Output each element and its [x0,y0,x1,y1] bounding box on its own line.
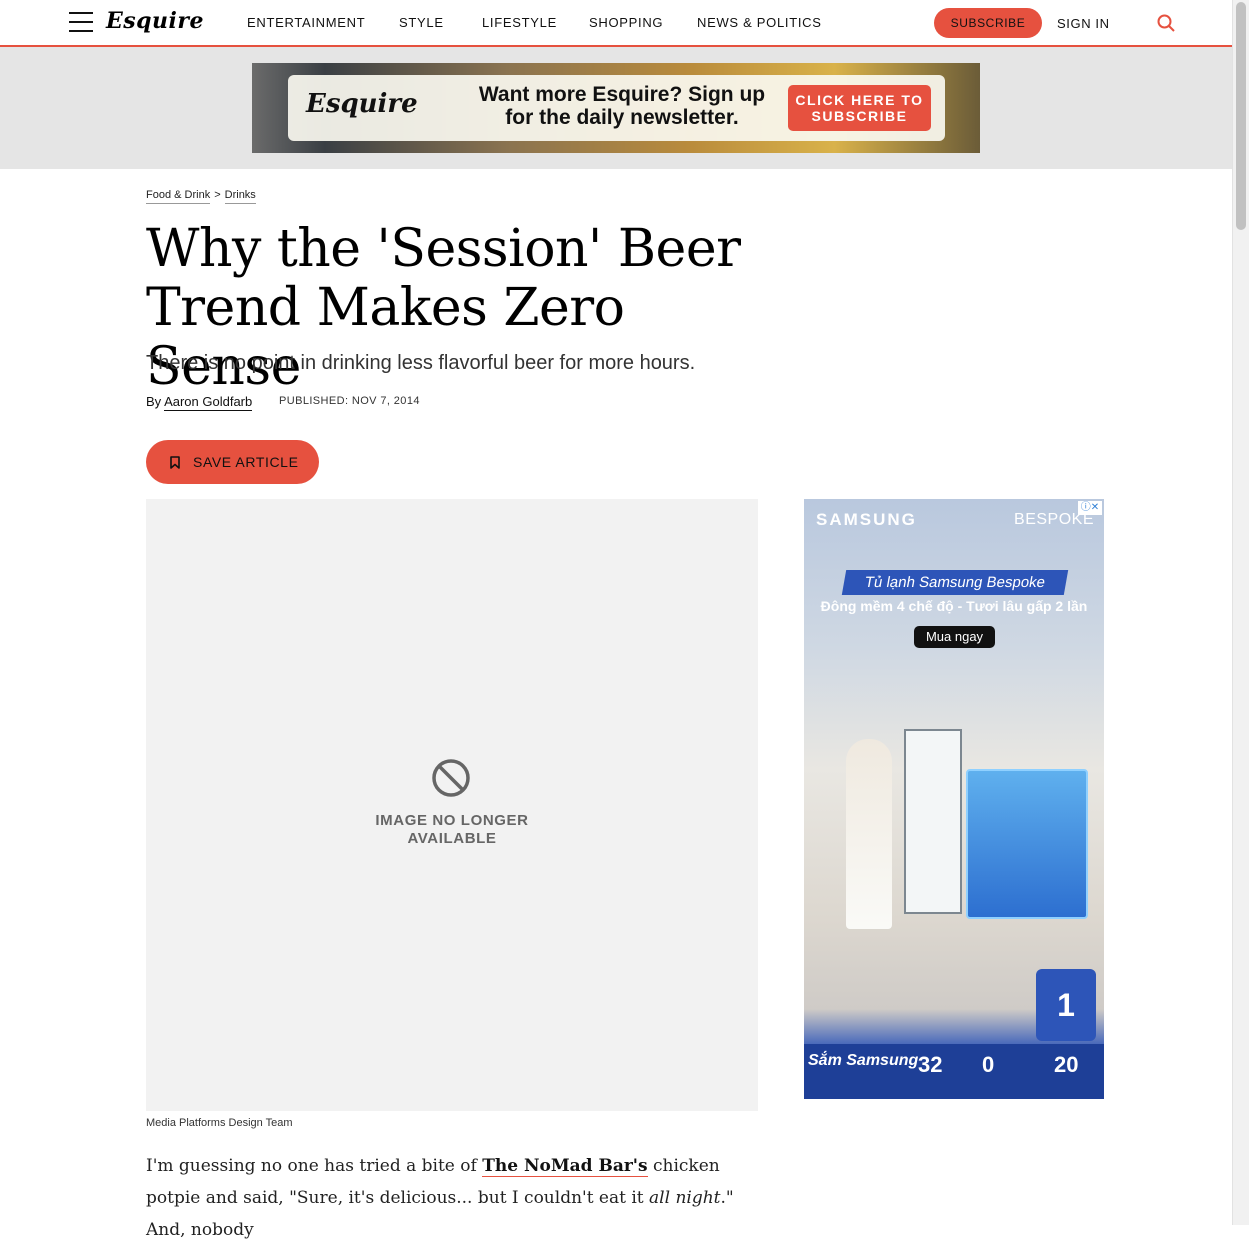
banner-card: Esquire Want more Esquire? Sign up for t… [288,75,945,141]
byline-prefix: By [146,394,162,409]
subscribe-button[interactable]: SUBSCRIBE [934,8,1042,38]
ad-promo-bar: Sắm Samsung 32 0 20 [804,1044,1104,1099]
unavailable-icon [432,759,470,797]
author-link[interactable]: Aaron Goldfarb [164,394,253,411]
image-unavailable-text: IMAGE NO LONGER AVAILABLE [146,812,758,848]
nav-link-entertainment[interactable]: ENTERTAINMENT [247,15,365,30]
image-caption: Media Platforms Design Team [146,1117,293,1129]
article-dek: There is no point in drinking less flavo… [146,352,696,374]
paragraph-emphasis: all night [649,1188,721,1208]
ad-strip: Esquire Want more Esquire? Sign up for t… [0,47,1232,169]
breadcrumb-food-drink[interactable]: Food & Drink [146,189,211,204]
ad-buy-button[interactable]: Mua ngay [914,626,995,648]
nav-link-lifestyle[interactable]: LIFESTYLE [482,15,557,30]
search-icon[interactable] [1157,14,1175,32]
nomad-bar-link[interactable]: The NoMad Bar's [482,1156,648,1177]
ad-model-figure [846,739,892,929]
nav-link-shopping[interactable]: SHOPPING [589,15,663,30]
byline: By Aaron Goldfarb [146,394,253,411]
publish-date: PUBLISHED: NOV 7, 2014 [279,395,420,407]
nav-link-style[interactable]: STYLE [399,15,444,30]
banner-subscribe-button[interactable]: CLICK HERE TO SUBSCRIBE [788,85,931,131]
ad-promo-brand: Sắm Samsung [808,1052,919,1069]
samsung-side-ad[interactable]: ⓘ✕ SAMSUNG BESPOKE Tủ lạnh Samsung Bespo… [804,499,1104,1099]
menu-icon[interactable] [69,12,93,32]
save-article-button[interactable]: SAVE ARTICLE [146,440,319,484]
paragraph-text: I'm guessing no one has tried a bite of [146,1156,483,1176]
nav-link-news-politics[interactable]: NEWS & POLITICS [697,15,822,30]
ad-brand-logo: SAMSUNG [816,510,917,529]
ad-number-one-badge: 1 [1036,969,1096,1041]
breadcrumb-drinks[interactable]: Drinks [224,189,256,204]
ad-promo-value: 20 [1054,1052,1079,1077]
banner-logo: Esquire [306,89,418,119]
ad-subline: Đông mềm 4 chế độ - Tươi lâu gấp 2 lần [820,598,1088,614]
ad-product-logo: BESPOKE [1014,511,1094,528]
bookmark-icon [170,456,180,469]
ad-headline: Tủ lạnh Samsung Bespoke [841,570,1069,595]
breadcrumb-separator: > [214,189,221,201]
article-paragraph: I'm guessing no one has tried a bite of … [146,1150,761,1246]
image-unavailable-label: IMAGE NO LONGER AVAILABLE [375,812,529,847]
scrollbar-thumb[interactable] [1236,2,1246,230]
top-navigation: Esquire ENTERTAINMENT STYLE LIFESTYLE SH… [0,0,1232,47]
sign-in-link[interactable]: SIGN IN [1057,16,1110,31]
ad-fridge-door-image [966,769,1088,919]
banner-text: Want more Esquire? Sign up for the daily… [478,83,766,129]
newsletter-banner-ad[interactable]: Esquire Want more Esquire? Sign up for t… [252,63,980,153]
ad-promo-value: 32 [918,1052,943,1077]
page-scrollbar[interactable] [1232,0,1249,1225]
ad-promo-value: 0 [982,1052,995,1077]
site-logo[interactable]: Esquire [106,8,204,34]
lead-image-placeholder: IMAGE NO LONGER AVAILABLE [146,499,758,1111]
save-article-label: SAVE ARTICLE [193,454,299,470]
ad-fridge-image [904,729,962,914]
breadcrumb: Food & Drink > Drinks [146,189,256,204]
